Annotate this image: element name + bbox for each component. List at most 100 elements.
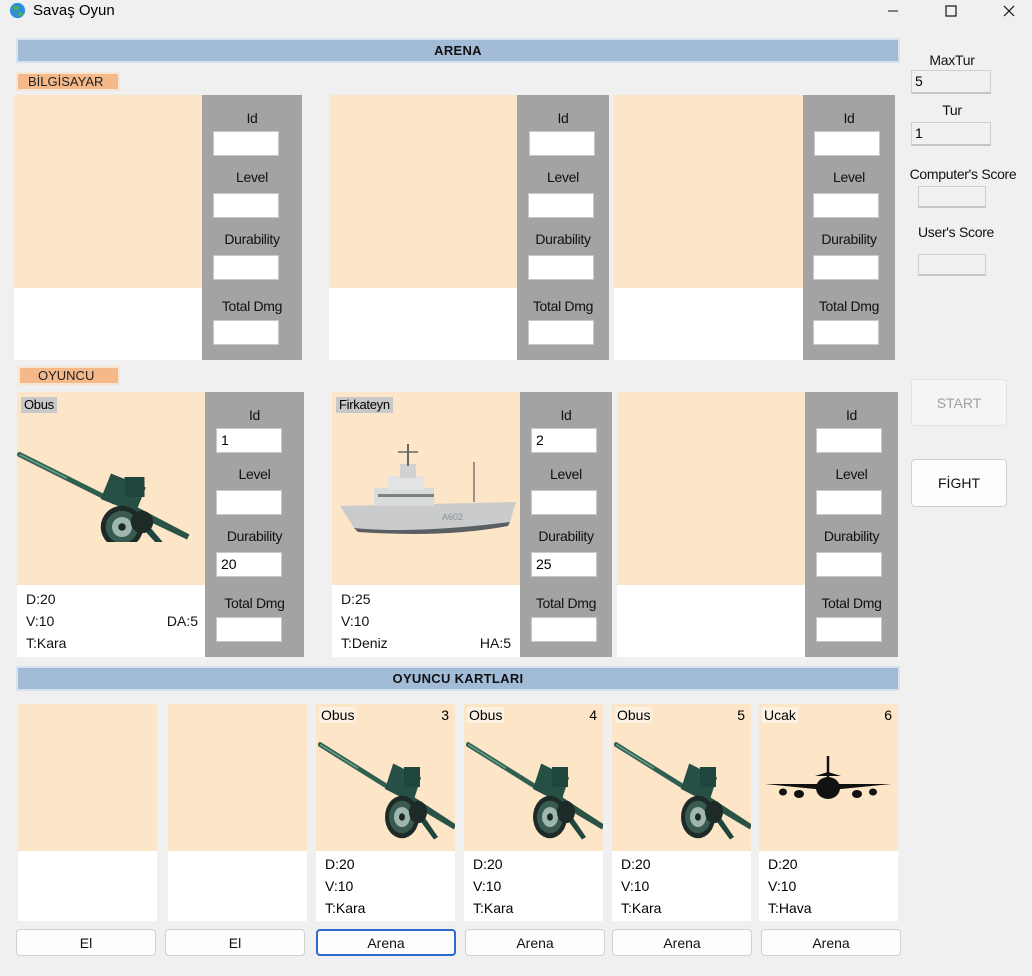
- card-image-area: [18, 704, 157, 851]
- id-field[interactable]: [213, 131, 279, 156]
- card-image-area: Obus 3: [316, 704, 455, 851]
- level-field[interactable]: [216, 490, 282, 515]
- level-field[interactable]: [528, 193, 594, 218]
- hand-button-6[interactable]: Arena: [761, 929, 901, 956]
- level-field[interactable]: [813, 193, 879, 218]
- hand-button-1[interactable]: El: [16, 929, 156, 956]
- minimize-icon: [888, 10, 898, 12]
- hand-button-label: Arena: [812, 934, 850, 951]
- start-button[interactable]: START: [911, 379, 1007, 426]
- total-dmg-label: Total Dmg: [818, 298, 880, 314]
- card-fields: Id Level Durability Total Dmg: [202, 95, 302, 360]
- total-dmg-field[interactable]: [816, 617, 882, 642]
- card-image-area: Ucak 6: [759, 704, 898, 851]
- level-label: Level: [238, 466, 271, 482]
- computer-slot-1: Id Level Durability Total Dmg: [14, 95, 302, 360]
- fight-button[interactable]: FİGHT: [911, 459, 1007, 507]
- speed-stat: V:10: [325, 878, 354, 894]
- player-slot-1: Obus D:20 V:10 DA:5 T:Kara Id 1 Level Du…: [17, 392, 304, 657]
- id-field[interactable]: [814, 131, 880, 156]
- durability-field[interactable]: 20: [216, 552, 282, 577]
- maximize-icon: [945, 5, 957, 17]
- card-fields: Id 1 Level Durability 20 Total Dmg: [205, 392, 304, 657]
- id-label: Id: [248, 407, 261, 423]
- unit-name: Ucak: [762, 707, 798, 723]
- durability-stat: D:20: [325, 856, 355, 872]
- maximize-button[interactable]: [928, 0, 974, 22]
- minimize-button[interactable]: [870, 0, 916, 22]
- durability-field[interactable]: [213, 255, 279, 280]
- id-field[interactable]: [529, 131, 595, 156]
- card-number: 3: [441, 707, 449, 723]
- level-field[interactable]: [816, 490, 882, 515]
- total-dmg-label: Total Dmg: [224, 595, 285, 611]
- durability-field[interactable]: [528, 255, 594, 280]
- total-dmg-field[interactable]: [531, 617, 597, 642]
- card-image-area: [617, 392, 805, 585]
- level-field[interactable]: [531, 490, 597, 515]
- id-label: Id: [845, 407, 858, 423]
- card-number: 6: [884, 707, 892, 723]
- hand-button-5[interactable]: Arena: [612, 929, 752, 956]
- id-label: Id: [557, 110, 569, 126]
- player-label-text: OYUNCU: [38, 368, 95, 383]
- tur-field[interactable]: 1: [911, 122, 991, 146]
- durability-label: Durability: [224, 231, 280, 247]
- durability-label: Durability: [535, 231, 591, 247]
- hand-button-3[interactable]: Arena: [316, 929, 456, 956]
- card-image-area: [14, 95, 202, 288]
- frigate-icon: [339, 443, 517, 535]
- total-dmg-field[interactable]: [528, 320, 594, 345]
- card-stats-area: D:25 V:10 T:Deniz HA:5: [332, 585, 520, 657]
- card-fields: Id Level Durability Total Dmg: [803, 95, 895, 360]
- total-dmg-field[interactable]: [813, 320, 879, 345]
- arena-header: ARENA: [16, 38, 900, 63]
- card-fields: Id 2 Level Durability 25 Total Dmg: [520, 392, 612, 657]
- durability-field[interactable]: 25: [531, 552, 597, 577]
- max-tur-field[interactable]: 5: [911, 70, 991, 94]
- unit-name: Obus: [467, 707, 505, 723]
- window-title: Savaş Oyun: [33, 2, 115, 19]
- computer-score-field[interactable]: [918, 186, 986, 208]
- total-dmg-label: Total Dmg: [221, 298, 283, 314]
- total-dmg-field[interactable]: [216, 617, 282, 642]
- type-stat: T:Kara: [621, 900, 662, 916]
- speed-stat: V:10: [768, 878, 797, 894]
- player-slot-2: Firkateyn D:25 V:10 T:Deniz HA:5 Id 2 Le…: [332, 392, 612, 657]
- card-image-area: [168, 704, 307, 851]
- id-field[interactable]: [816, 428, 882, 453]
- user-score-field[interactable]: [918, 254, 986, 276]
- howitzer-icon: [466, 722, 603, 848]
- fight-button-label: FİGHT: [938, 475, 980, 491]
- durability-field[interactable]: [816, 552, 882, 577]
- close-button[interactable]: [986, 0, 1032, 22]
- durability-label: Durability: [226, 528, 283, 544]
- tur-label: Tur: [942, 102, 962, 118]
- card-stats-area: [329, 288, 517, 360]
- durability-field[interactable]: [813, 255, 879, 280]
- computer-slot-3: Id Level Durability Total Dmg: [614, 95, 895, 360]
- hand-button-label: Arena: [663, 934, 701, 951]
- start-button-label: START: [936, 394, 982, 411]
- speed-stat: V:10: [473, 878, 502, 894]
- card-image-area: Obus: [17, 392, 205, 585]
- computer-score-label: Computer's Score: [909, 166, 1017, 182]
- id-field[interactable]: 1: [216, 428, 282, 453]
- card-fields: Id Level Durability Total Dmg: [517, 95, 609, 360]
- id-label: Id: [560, 407, 572, 423]
- total-dmg-label: Total Dmg: [535, 595, 597, 611]
- hand-button-label: Arena: [367, 934, 405, 951]
- unit-name: Obus: [319, 707, 357, 723]
- hand-button-4[interactable]: Arena: [465, 929, 605, 956]
- unit-name: Obus: [615, 707, 653, 723]
- hand-button-2[interactable]: El: [165, 929, 305, 956]
- level-label: Level: [550, 466, 582, 482]
- level-field[interactable]: [213, 193, 279, 218]
- durability-stat: D:20: [621, 856, 651, 872]
- player-label: OYUNCU: [18, 366, 120, 385]
- id-field[interactable]: 2: [531, 428, 597, 453]
- total-dmg-field[interactable]: [213, 320, 279, 345]
- durability-label: Durability: [538, 528, 594, 544]
- card-number: 4: [589, 707, 597, 723]
- durability-stat: D:25: [341, 591, 371, 607]
